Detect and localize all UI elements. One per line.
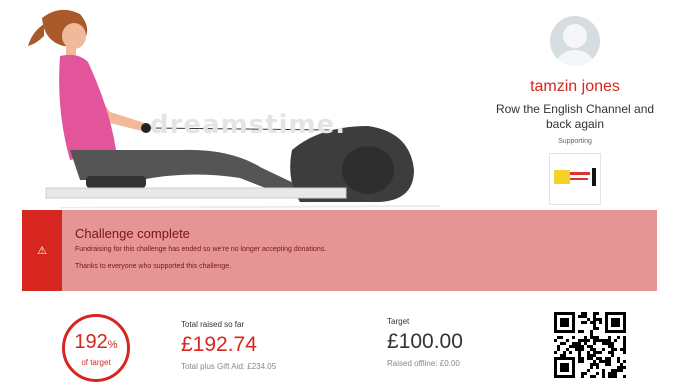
percent-sublabel: of target [81, 358, 111, 367]
challenge-title-line1: Row the English Channel and [495, 102, 655, 116]
charity-logo[interactable] [549, 153, 601, 205]
banner-title: Challenge complete [75, 226, 190, 241]
challenge-title: Row the English Channel and back again [480, 102, 670, 132]
raised-label: Total raised so far [181, 320, 245, 329]
fundraiser-profile: tamzin jones Row the English Channel and… [480, 10, 670, 205]
hero-section: dreamstime. tamzin jones Row the English… [0, 0, 680, 208]
raised-offline: Raised offline: £0.00 [387, 359, 460, 368]
percent-of-target-ring: 192% of target [62, 314, 130, 382]
challenge-complete-banner: ⚠ Challenge complete Fundraising for thi… [22, 210, 657, 291]
fundraiser-name[interactable]: tamzin jones [480, 78, 670, 96]
fundraising-stats: 192% of target Total raised so far £192.… [0, 300, 680, 382]
qr-code[interactable] [554, 312, 626, 379]
supporting-label: Supporting [558, 138, 592, 145]
avatar [550, 16, 600, 66]
raised-gift-aid: Total plus Gift Aid: £234.05 [181, 362, 277, 371]
banner-message-line1: Fundraising for this challenge has ended… [75, 246, 327, 253]
rowing-illustration [28, 9, 441, 208]
challenge-title-line2: back again [545, 117, 605, 131]
warning-icon: ⚠ [37, 245, 47, 257]
percent-value: 192% [74, 331, 118, 353]
target-label: Target [387, 317, 410, 326]
raised-amount: £192.74 [181, 333, 257, 356]
watermark-text: dreamstime. [150, 110, 347, 140]
banner-message-line2: Thanks to everyone who supported this ch… [75, 263, 232, 270]
target-amount: £100.00 [387, 330, 463, 353]
warning-icon-box: ⚠ [22, 210, 62, 291]
